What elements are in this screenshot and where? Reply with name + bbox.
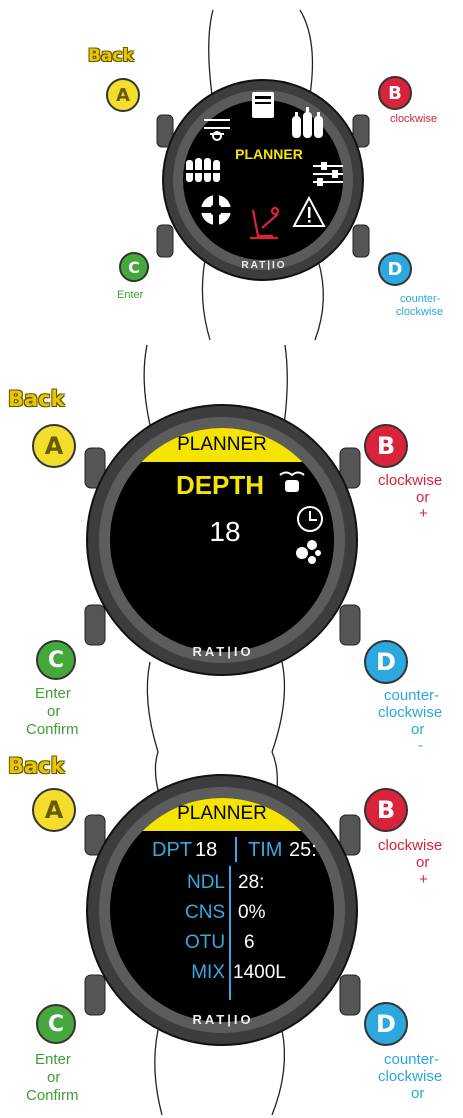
dpt-value: 18	[195, 839, 218, 861]
w2-button-a-letter: A	[44, 432, 64, 460]
w2-confirm-label: Confirm	[26, 721, 79, 738]
w2-enter-label: Enter	[35, 685, 71, 702]
w3-or-label-c: or	[47, 1069, 61, 1086]
w3-button-d-letter: D	[376, 1010, 396, 1038]
w2-button-a[interactable]: A	[32, 424, 76, 468]
w1-button-d[interactable]: D	[378, 252, 412, 286]
w2-clockwise-label: clockwise	[378, 472, 443, 489]
w3-button-a[interactable]: A	[32, 788, 76, 832]
w2-or-label-b: or	[416, 489, 430, 506]
screen1-title: PLANNER	[235, 146, 303, 162]
w3-back-label: Back	[8, 754, 65, 778]
w3-clockwise2-label: clockwise	[378, 1068, 443, 1085]
w3-button-a-letter: A	[44, 796, 64, 824]
cns-label: CNS	[185, 902, 226, 923]
w1-button-c-letter: C	[128, 257, 140, 277]
lifebuoy-icon	[201, 195, 231, 225]
w1-enter-label: Enter	[117, 289, 144, 301]
cns-value: 0%	[238, 902, 266, 923]
ndl-label: NDL	[186, 872, 225, 893]
sliders-icon	[313, 162, 343, 186]
watch1-brand: RAT|IO	[241, 260, 287, 271]
w3-button-c[interactable]: C	[36, 1004, 76, 1044]
dpt-label: DPT	[152, 839, 192, 861]
w3-button-c-letter: C	[47, 1011, 65, 1037]
w2-back-label: Back	[8, 387, 65, 411]
w1-clockwise-label: clockwise	[390, 113, 438, 125]
screen2-title: PLANNER	[177, 434, 267, 455]
mix-value: 1400L	[233, 962, 286, 983]
w2-or-label-c: or	[47, 703, 61, 720]
tim-label: TIM	[248, 839, 283, 861]
watch3-brand: RAT|IO	[192, 1012, 254, 1027]
watch-illustration-layer	[84, 9, 370, 1116]
w1-button-c[interactable]: C	[119, 252, 149, 282]
tim-value: 25:	[289, 839, 317, 861]
w2-minus-label: -	[418, 737, 423, 754]
w1-button-a[interactable]: A	[106, 78, 140, 112]
w1-back-label: Back	[88, 46, 134, 66]
w2-button-c-letter: C	[47, 647, 65, 673]
w2-or-label-d: or	[411, 721, 425, 738]
w3-confirm-label: Confirm	[26, 1087, 79, 1104]
screen3-title: PLANNER	[177, 803, 267, 824]
w3-button-b[interactable]: B	[364, 788, 408, 832]
ndl-value: 28:	[238, 872, 265, 893]
w2-clockwise2-label: clockwise	[378, 704, 443, 721]
w3-button-d[interactable]: D	[364, 1002, 408, 1046]
w2-button-c[interactable]: C	[36, 640, 76, 680]
w2-plus-label: +	[419, 505, 428, 522]
w2-button-d-letter: D	[376, 648, 396, 676]
w3-counter-label: counter-	[384, 1051, 440, 1068]
w3-or-label-d: or	[411, 1085, 425, 1102]
w3-clockwise-label: clockwise	[378, 837, 443, 854]
otu-value: 6	[244, 932, 255, 953]
w1-button-b-letter: B	[388, 82, 402, 104]
w2-button-d[interactable]: D	[364, 640, 408, 684]
mix-label: MIX	[191, 962, 225, 983]
w1-counter-label: counter-	[400, 293, 441, 305]
book-icon	[252, 92, 274, 118]
screen2-value: 18	[209, 516, 241, 547]
screen2-field: DEPTH	[175, 470, 265, 500]
watch2-brand: RAT|IO	[192, 644, 254, 659]
w3-or-label-b: or	[416, 854, 430, 871]
w2-button-b-letter: B	[376, 432, 396, 460]
w1-clockwise2-label: clockwise	[396, 306, 444, 318]
otu-label: OTU	[185, 932, 226, 953]
w3-plus-label: +	[419, 871, 428, 888]
w3-button-b-letter: B	[376, 796, 396, 824]
w2-counter-label: counter-	[384, 687, 440, 704]
w3-enter-label: Enter	[35, 1051, 71, 1068]
w1-button-b[interactable]: B	[378, 76, 412, 110]
w1-button-a-letter: A	[116, 84, 130, 106]
w1-button-d-letter: D	[387, 258, 403, 280]
w2-button-b[interactable]: B	[364, 424, 408, 468]
